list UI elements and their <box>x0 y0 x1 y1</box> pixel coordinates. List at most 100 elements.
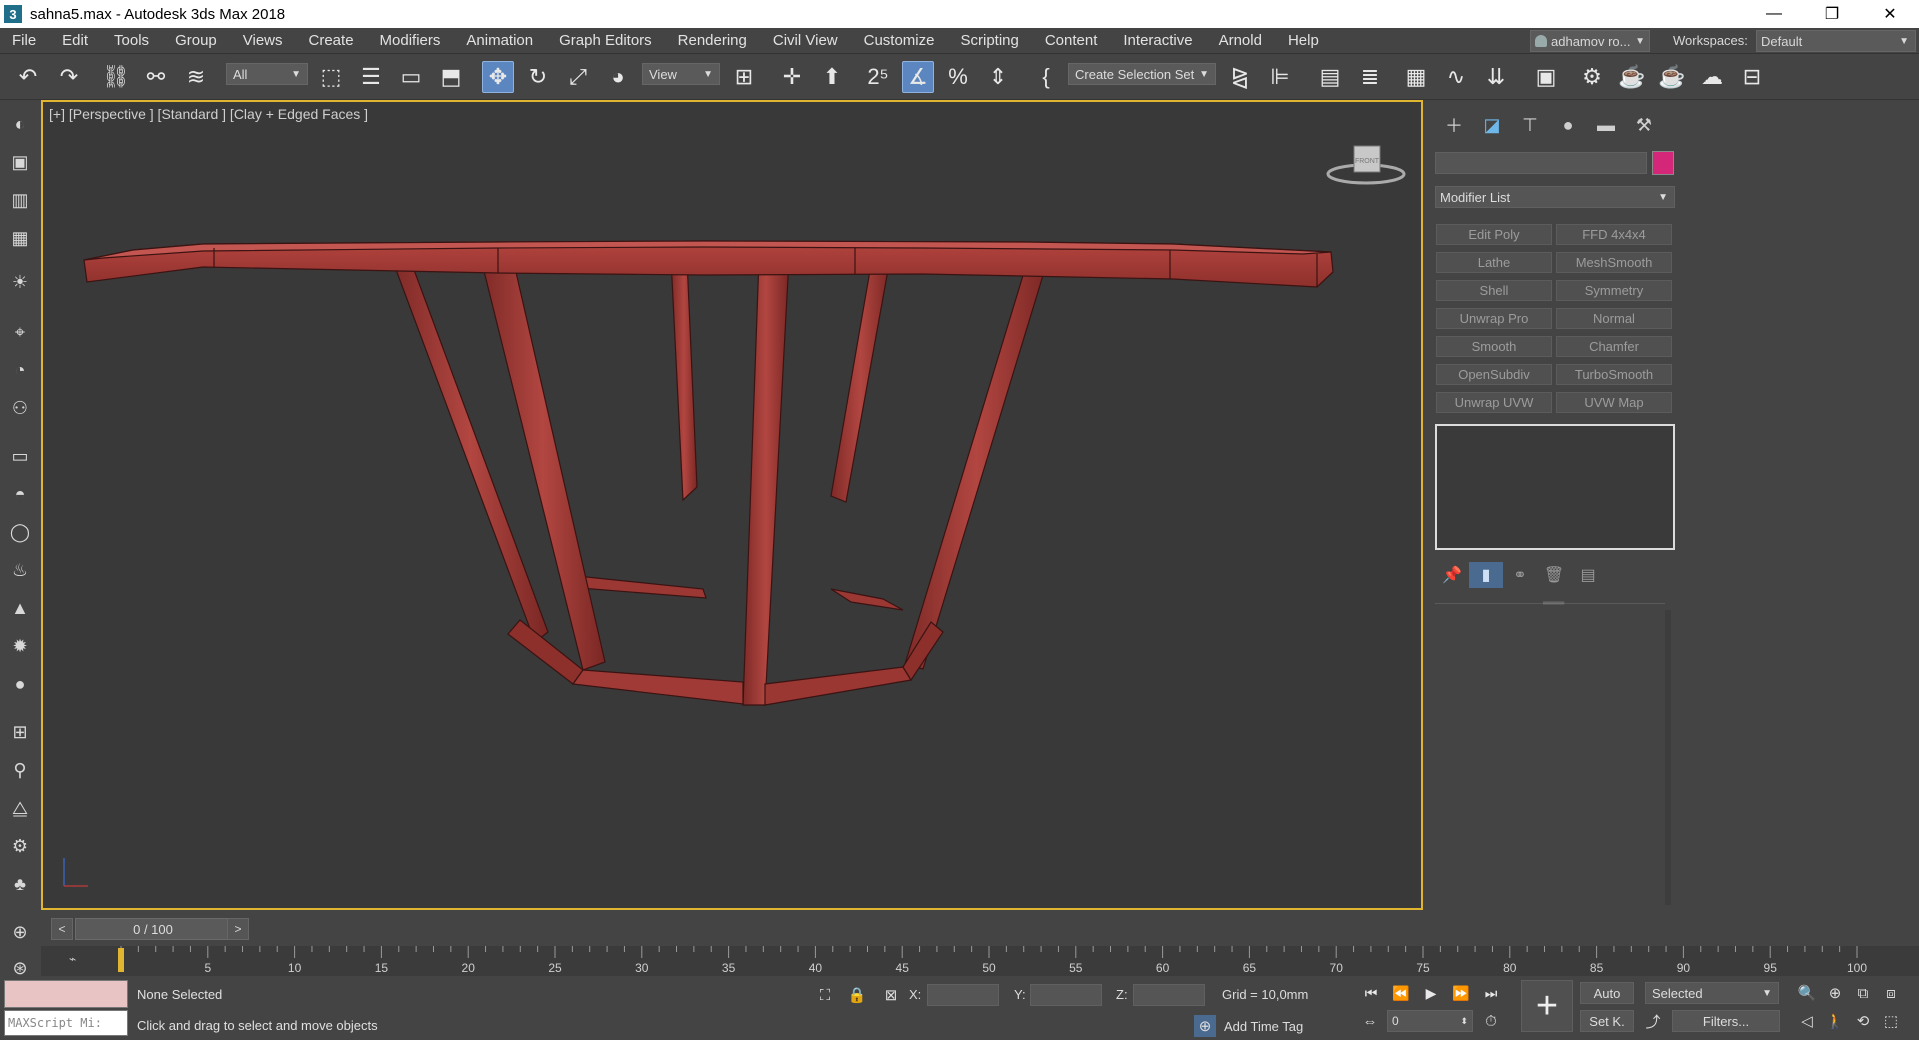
utilities-tab-icon[interactable]: ⚒ <box>1625 110 1663 140</box>
menu-customize[interactable]: Customize <box>851 32 948 49</box>
select-object-icon[interactable]: ⬚ <box>315 61 347 93</box>
edit-named-selection-icon[interactable]: { <box>1030 61 1062 93</box>
list-panel-icon[interactable]: ▥ <box>8 188 32 212</box>
rendered-frame-window-icon[interactable]: ☕ <box>1616 61 1648 93</box>
snaps-toggle-icon[interactable]: 2⁵ <box>862 61 894 93</box>
motion-tab-icon[interactable]: ● <box>1549 110 1587 140</box>
menu-content[interactable]: Content <box>1032 32 1111 49</box>
command-panel-scrollbar[interactable] <box>1665 610 1671 905</box>
unlink-icon[interactable]: ⚯ <box>140 61 172 93</box>
previous-frame-icon[interactable]: ⏪ <box>1390 982 1412 1004</box>
toggle-ribbon-icon[interactable]: ▦ <box>1400 61 1432 93</box>
select-and-place-icon[interactable]: ◕ <box>602 61 634 93</box>
scene-table-model[interactable] <box>43 102 1421 908</box>
hf-icon[interactable]: ⊕ <box>8 920 32 944</box>
modifier-unwrap-uvw-button[interactable]: Unwrap UVW <box>1436 392 1552 413</box>
viewcube[interactable]: FRONT <box>1326 132 1406 192</box>
spinner-snap-icon[interactable]: ⇕ <box>982 61 1014 93</box>
current-frame-marker[interactable] <box>118 948 124 972</box>
menu-edit[interactable]: Edit <box>49 32 101 49</box>
selection-filter-dropdown[interactable]: All ▼ <box>226 63 308 85</box>
selection-lock-icon[interactable]: 🔒 <box>846 984 868 1006</box>
mirror-icon[interactable]: ⧎ <box>1224 61 1256 93</box>
perspective-viewport[interactable]: [+] [Perspective ] [Standard ] [Clay + E… <box>41 100 1423 910</box>
key-filters-button[interactable]: Filters... <box>1672 1010 1780 1032</box>
modifier-chamfer-button[interactable]: Chamfer <box>1556 336 1672 357</box>
rollout-resize-handle[interactable]: ═══ <box>1543 598 1564 609</box>
zoom-icon[interactable]: 🔍 <box>1796 982 1818 1004</box>
angle-snap-icon[interactable]: ∡ <box>902 61 934 93</box>
modifier-list-dropdown[interactable]: Modifier List ▼ <box>1435 186 1675 208</box>
modifier-shell-button[interactable]: Shell <box>1436 280 1552 301</box>
modifier-smooth-button[interactable]: Smooth <box>1436 336 1552 357</box>
reference-coordinate-dropdown[interactable]: View ▼ <box>642 63 720 85</box>
spinner-icon[interactable]: ⬍ <box>1460 1016 1468 1027</box>
isolate-selection-icon[interactable]: ⛶ <box>814 984 836 1006</box>
restore-button[interactable]: ❐ <box>1803 0 1861 28</box>
make-unique-icon[interactable]: ⚭ <box>1503 562 1537 588</box>
modifier-meshsmooth-button[interactable]: MeshSmooth <box>1556 252 1672 273</box>
modifier-ffd-button[interactable]: FFD 4x4x4 <box>1556 224 1672 245</box>
modify-tab-icon[interactable]: ◪ <box>1473 110 1511 140</box>
menu-file[interactable]: File <box>0 32 49 49</box>
go-to-end-icon[interactable]: ⏭ <box>1480 982 1502 1004</box>
camera-icon[interactable]: ⌖ <box>8 320 32 344</box>
grid-icon[interactable]: ⊞ <box>8 720 32 744</box>
bind-space-warp-icon[interactable]: ≋ <box>180 61 212 93</box>
light-bulb-icon[interactable]: ☀ <box>8 270 32 294</box>
link-icon[interactable]: ⛓ <box>100 61 132 93</box>
maxscript-mini-listener[interactable]: MAXScript Mi: <box>4 1010 128 1036</box>
field-of-view-icon[interactable]: ◁ <box>1796 1010 1818 1032</box>
auto-key-button[interactable]: Auto <box>1580 982 1634 1004</box>
zoom-all-icon[interactable]: ⊕ <box>1824 982 1846 1004</box>
create-tab-icon[interactable]: ＋ <box>1435 110 1473 140</box>
helper-icon[interactable]: ◔ <box>8 358 32 382</box>
time-configuration-icon[interactable]: ⏱ <box>1480 1010 1502 1032</box>
minimize-button[interactable]: — <box>1745 0 1803 28</box>
modifier-edit-poly-button[interactable]: Edit Poly <box>1436 224 1552 245</box>
zoom-extents-all-icon[interactable]: ⧈ <box>1880 982 1902 1004</box>
configure-modifier-sets-icon[interactable]: ▤ <box>1571 562 1605 588</box>
viewcube-icon[interactable]: FRONT <box>1326 132 1406 192</box>
cone-icon[interactable]: ▲ <box>8 596 32 620</box>
menu-animation[interactable]: Animation <box>453 32 546 49</box>
menu-civil-view[interactable]: Civil View <box>760 32 851 49</box>
plant-icon[interactable]: ♣ <box>8 872 32 896</box>
gear-icon[interactable]: ⚙ <box>8 834 32 858</box>
maxscript-listener-output[interactable] <box>4 980 128 1008</box>
menu-modifiers[interactable]: Modifiers <box>367 32 454 49</box>
material-editor-icon[interactable]: ▣ <box>1530 61 1562 93</box>
keyboard-shortcut-override-icon[interactable]: ⬆ <box>816 61 848 93</box>
menu-views[interactable]: Views <box>230 32 296 49</box>
modifier-uvw-map-button[interactable]: UVW Map <box>1556 392 1672 413</box>
menu-scripting[interactable]: Scripting <box>947 32 1031 49</box>
modifier-stack[interactable] <box>1435 424 1675 550</box>
select-and-rotate-icon[interactable]: ↻ <box>522 61 554 93</box>
go-to-start-icon[interactable]: ⏮ <box>1360 982 1382 1004</box>
redo-icon[interactable]: ↷ <box>53 61 85 93</box>
play-icon[interactable]: ▶ <box>1420 982 1442 1004</box>
window-crossing-icon[interactable]: ⬒ <box>435 61 467 93</box>
hierarchy-tab-icon[interactable]: ⊤ <box>1511 110 1549 140</box>
menu-rendering[interactable]: Rendering <box>665 32 760 49</box>
hemisphere-icon[interactable]: ◓ <box>8 482 32 506</box>
pivot-center-icon[interactable]: ⊞ <box>728 61 760 93</box>
remove-modifier-icon[interactable]: 🗑 <box>1537 562 1571 588</box>
set-key-button[interactable]: Set K. <box>1580 1010 1634 1032</box>
render-production-icon[interactable]: ☕ <box>1656 61 1688 93</box>
render-setup-icon[interactable]: ⚙ <box>1576 61 1608 93</box>
key-mode-toggle-icon[interactable]: ⇔ <box>1359 1010 1381 1032</box>
sun-icon[interactable]: ✹ <box>8 634 32 658</box>
select-and-scale-icon[interactable]: ⤢ <box>562 61 594 93</box>
object-name-field[interactable] <box>1435 152 1647 174</box>
orbit-icon[interactable]: ⟲ <box>1852 1010 1874 1032</box>
x-coordinate-field[interactable] <box>927 984 999 1006</box>
video-camera-icon[interactable]: ⚇ <box>8 396 32 420</box>
image-icon[interactable]: ▣ <box>8 150 32 174</box>
menu-help[interactable]: Help <box>1275 32 1332 49</box>
key-filter-dropdown[interactable]: Selected ▼ <box>1645 982 1779 1004</box>
select-by-name-icon[interactable]: ☰ <box>355 61 387 93</box>
display-tab-icon[interactable]: ▬ <box>1587 110 1625 140</box>
select-and-move-icon[interactable]: ✥ <box>482 61 514 93</box>
time-slider-prev-button[interactable]: < <box>51 918 73 940</box>
